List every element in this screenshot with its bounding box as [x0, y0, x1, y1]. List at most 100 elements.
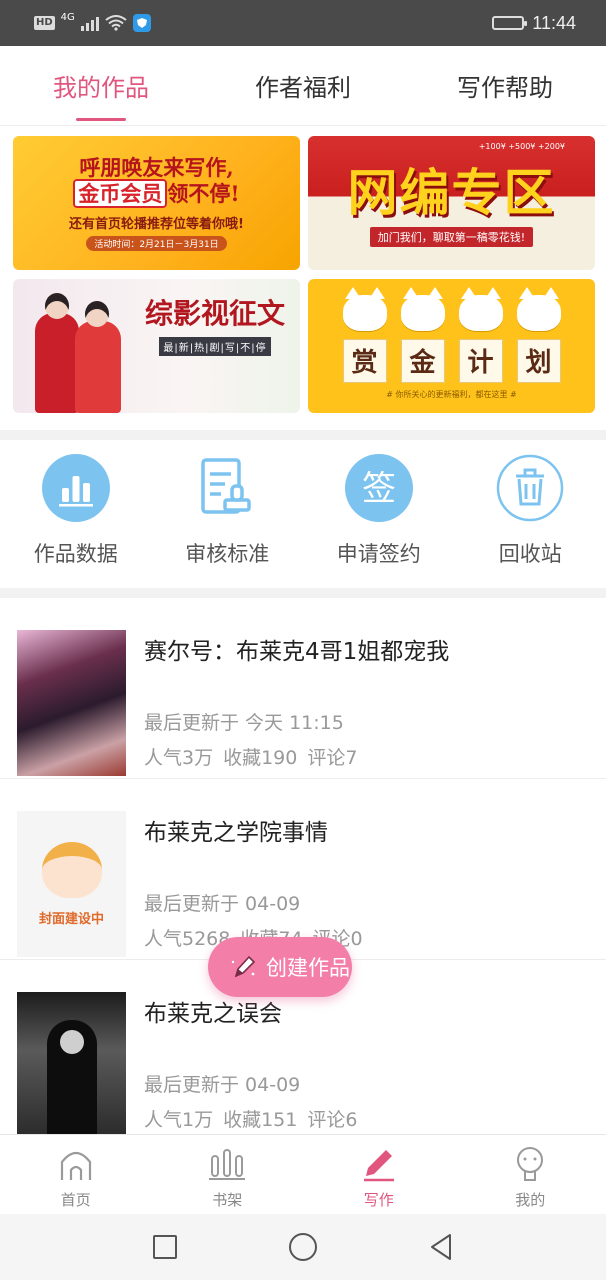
- cat-illustration: [400, 286, 445, 331]
- banner-text: 综影视征文 最|新|热|剧|写|不|停: [137, 297, 293, 356]
- work-item[interactable]: 封面建设中 布莱克之学院事情 最后更新于 04-09 人气5268 收藏74 评…: [0, 779, 606, 960]
- work-cover: [17, 630, 126, 776]
- banner-title: 赏 金 计 划: [342, 338, 561, 383]
- nav-label: 我的: [515, 1191, 546, 1209]
- recents-button[interactable]: [152, 1234, 178, 1260]
- section-divider: [0, 588, 606, 598]
- banner-coins: +100¥ +500¥ +200¥: [478, 142, 565, 151]
- bottom-nav: 首页 书架 写作 我的: [0, 1134, 606, 1214]
- work-favorites: 收藏190: [223, 747, 298, 769]
- banner-footnote: # 你所关心的更新福利，都在这里 #: [386, 389, 517, 399]
- quick-review-standards[interactable]: 审核标准: [152, 440, 304, 588]
- nav-profile[interactable]: 我的: [455, 1135, 606, 1214]
- banner-editor-zone[interactable]: +100¥ +500¥ +200¥ 网编专区 加门我们，聊取第一稿零花钱!: [308, 136, 595, 270]
- promo-banners: 呼朋唤友来写作, 金币会员 领不停! 还有首页轮播推荐位等着你哦! 活动时间：2月…: [13, 136, 595, 414]
- network-type: 4G: [60, 12, 75, 23]
- quick-label: 作品数据: [33, 542, 118, 566]
- quick-actions: 作品数据 审核标准 签 申请签约 回收站: [0, 440, 606, 588]
- work-popularity: 人气3万: [144, 747, 214, 769]
- nav-home[interactable]: 首页: [0, 1135, 152, 1214]
- hd-badge: HD: [34, 16, 55, 30]
- banner-illustration: [23, 293, 133, 413]
- quick-label: 回收站: [498, 542, 562, 566]
- banner-title-line1: 呼朋唤友来写作,: [79, 155, 234, 180]
- tab-author-benefits[interactable]: 作者福利: [202, 46, 404, 125]
- status-right: 11:44: [492, 13, 576, 34]
- banner-title-emphasis: 金币会员: [73, 179, 168, 208]
- status-left: HD 4G: [34, 12, 151, 32]
- work-favorites: 收藏151: [223, 1109, 298, 1131]
- figure-left: [35, 293, 79, 413]
- cat-illustrations: [342, 286, 561, 331]
- cover-placeholder-text: 封面建设中: [38, 911, 104, 927]
- work-updated: 最后更新于 04-09: [144, 893, 301, 915]
- svg-text:签: 签: [362, 469, 396, 509]
- cat-illustration: [342, 286, 387, 331]
- bookshelf-icon: [208, 1145, 246, 1183]
- work-title: 布莱克之误会: [144, 1001, 282, 1027]
- quick-label: 申请签约: [336, 542, 421, 566]
- banner-bounty-plan[interactable]: 赏 金 计 划 # 你所关心的更新福利，都在这里 #: [308, 279, 595, 413]
- sign-contract-icon: 签: [344, 454, 413, 522]
- home-icon: [57, 1145, 95, 1183]
- home-button[interactable]: [288, 1232, 318, 1262]
- work-stats: 人气1万 收藏151 评论6: [144, 1105, 357, 1132]
- pen-icon: [231, 955, 256, 978]
- review-standard-icon: [193, 454, 261, 522]
- shield-icon: [132, 14, 151, 32]
- quick-label: 审核标准: [185, 542, 270, 566]
- nav-label: 首页: [60, 1191, 91, 1209]
- work-list: 赛尔号：布莱克4哥1姐都宠我 最后更新于 今天 11:15 人气3万 收藏190…: [0, 598, 606, 1141]
- nav-label: 书架: [212, 1191, 243, 1209]
- nav-bookshelf[interactable]: 书架: [152, 1135, 304, 1214]
- banner-subtitle: 还有首页轮播推荐位等着你哦!: [69, 217, 244, 232]
- signal-icon: [80, 15, 99, 31]
- banner-title: 综影视征文: [144, 297, 285, 330]
- avatar-illustration: [41, 841, 102, 898]
- create-work-button[interactable]: 创建作品: [208, 937, 352, 997]
- figure-right: [75, 301, 121, 413]
- quick-apply-contract[interactable]: 签 申请签约: [303, 440, 455, 588]
- banner-title: 呼朋唤友来写作, 金币会员 领不停!: [73, 155, 240, 208]
- cover-figure: [47, 1020, 97, 1138]
- cat-illustration: [458, 286, 503, 331]
- banner-date: 活动时间：2月21日－3月31日: [86, 236, 227, 251]
- trash-icon: [496, 454, 564, 522]
- banner-subtitle: 最|新|热|剧|写|不|停: [159, 337, 271, 356]
- quick-work-data[interactable]: 作品数据: [0, 440, 152, 588]
- create-work-label: 创建作品: [266, 956, 350, 980]
- section-divider: [0, 430, 606, 440]
- banner-title-char: 计: [458, 338, 503, 383]
- banner-title-line2: 领不停!: [167, 181, 240, 206]
- work-cover: 封面建设中: [17, 811, 126, 957]
- work-title: 布莱克之学院事情: [144, 820, 328, 846]
- profile-icon: [511, 1145, 549, 1183]
- bar-chart-icon: [41, 454, 110, 522]
- banner-subtitle: 加门我们，聊取第一稿零花钱!: [369, 227, 534, 247]
- banner-film-tv-contest[interactable]: 综影视征文 最|新|热|剧|写|不|停: [13, 279, 300, 413]
- work-item[interactable]: 赛尔号：布莱克4哥1姐都宠我 最后更新于 今天 11:15 人气3万 收藏190…: [0, 598, 606, 779]
- battery-icon: [492, 16, 528, 30]
- tab-my-works[interactable]: 我的作品: [0, 46, 202, 125]
- status-bar: HD 4G 11:44: [0, 0, 606, 46]
- work-title: 赛尔号：布莱克4哥1姐都宠我: [144, 639, 450, 665]
- quick-recycle-bin[interactable]: 回收站: [455, 440, 606, 588]
- work-popularity: 人气1万: [144, 1109, 214, 1131]
- nav-label: 写作: [363, 1191, 394, 1209]
- work-cover: [17, 992, 126, 1138]
- cat-illustration: [516, 286, 561, 331]
- nav-write[interactable]: 写作: [303, 1135, 455, 1214]
- banner-title-char: 金: [400, 338, 445, 383]
- work-comments: 评论7: [307, 747, 358, 769]
- back-button[interactable]: [428, 1233, 454, 1261]
- banner-invite-friends[interactable]: 呼朋唤友来写作, 金币会员 领不停! 还有首页轮播推荐位等着你哦! 活动时间：2月…: [13, 136, 300, 270]
- top-tabs: 我的作品 作者福利 写作帮助: [0, 46, 606, 126]
- banner-title-char: 赏: [342, 338, 387, 383]
- tab-writing-help[interactable]: 写作帮助: [404, 46, 606, 125]
- write-icon: [360, 1145, 398, 1183]
- wifi-icon: [105, 15, 127, 31]
- banner-title-char: 划: [516, 338, 561, 383]
- work-updated: 最后更新于 04-09: [144, 1074, 301, 1096]
- banner-title: 网编专区: [347, 163, 556, 222]
- clock: 11:44: [532, 12, 576, 33]
